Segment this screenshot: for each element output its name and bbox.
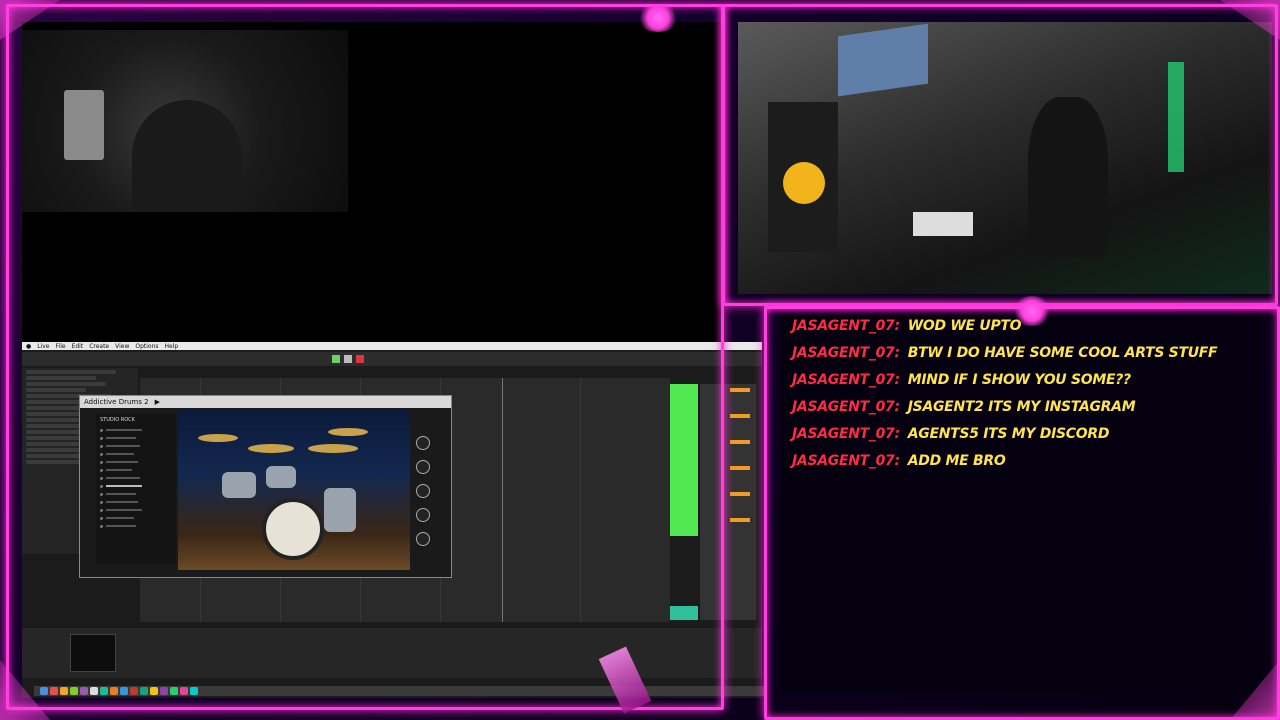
cymbal [248, 444, 294, 453]
neon-orb-decoration [1012, 296, 1052, 326]
dock-app-icon[interactable] [140, 687, 148, 695]
kit-piece-item[interactable] [96, 522, 176, 530]
dock-app-icon[interactable] [70, 687, 78, 695]
chat-text: BTW I DO HAVE SOME COOL ARTS STUFF [907, 344, 1218, 361]
chat-message: JASAGENT_07: JSAGENT2 ITS MY INSTAGRAM [792, 393, 1260, 420]
dock-app-icon[interactable] [80, 687, 88, 695]
cymbal [308, 444, 358, 453]
dock-app-icon[interactable] [120, 687, 128, 695]
kit-piece-item[interactable] [96, 450, 176, 458]
menu-edit[interactable]: Edit [72, 343, 84, 350]
dock-app-icon[interactable] [170, 687, 178, 695]
menu-apple-icon[interactable]: ● [26, 343, 31, 350]
dock-app-icon[interactable] [50, 687, 58, 695]
computer-monitor [838, 23, 928, 97]
chat-panel: JASAGENT_07: WOD WE UPTO JASAGENT_07: BT… [780, 312, 1260, 692]
dock-app-icon[interactable] [60, 687, 68, 695]
kit-piece-item[interactable] [96, 434, 176, 442]
mac-menubar: ● Live File Edit Create View Options Hel… [22, 342, 762, 350]
menu-options[interactable]: Options [135, 343, 158, 350]
chat-message: JASAGENT_07: MIND IF I SHOW YOU SOME?? [792, 366, 1260, 393]
detail-view[interactable] [22, 628, 762, 678]
chat-message: JASAGENT_07: ADD ME BRO [792, 447, 1260, 474]
dock-app-icon[interactable] [190, 687, 198, 695]
knob[interactable] [416, 532, 430, 546]
kit-piece-item[interactable] [96, 490, 176, 498]
kit-name: STUDIO ROCK [100, 417, 135, 423]
kit-piece-item[interactable] [96, 506, 176, 514]
chat-text: ADD ME BRO [907, 452, 1006, 469]
chat-username: JASAGENT_07: [792, 344, 900, 361]
clip-bottom[interactable] [670, 606, 698, 620]
tom-drum [222, 472, 256, 498]
kit-piece-item[interactable] [96, 498, 176, 506]
webcam-left [22, 30, 348, 212]
tom-drum [266, 466, 296, 488]
knob-column[interactable] [416, 436, 436, 566]
kick-drum [262, 498, 324, 560]
drum-kit-stage[interactable] [178, 410, 410, 570]
kit-piece-item[interactable] [96, 514, 176, 522]
plugin-title: Addictive Drums 2 [84, 398, 149, 406]
chat-text: MIND IF I SHOW YOU SOME?? [907, 371, 1131, 388]
dock-app-icon[interactable] [40, 687, 48, 695]
dock-app-icon[interactable] [90, 687, 98, 695]
menu-view[interactable]: View [115, 343, 129, 350]
dock-app-icon[interactable] [180, 687, 188, 695]
kit-piece-list[interactable]: STUDIO ROCK [96, 414, 176, 564]
floor-tom [324, 488, 356, 532]
chat-username: JASAGENT_07: [792, 398, 900, 415]
dock-app-icon[interactable] [150, 687, 158, 695]
menu-live[interactable]: Live [37, 343, 49, 350]
cymbal [328, 428, 368, 436]
chat-username: JASAGENT_07: [792, 425, 900, 442]
chat-username: JASAGENT_07: [792, 371, 900, 388]
stop-button[interactable] [344, 355, 352, 363]
neon-orb-decoration [636, 4, 680, 32]
transport-toolbar[interactable] [22, 352, 762, 366]
kit-piece-item[interactable] [96, 426, 176, 434]
kit-piece-item[interactable] [96, 474, 176, 482]
plugin-header: Addictive Drums 2 ▶ [80, 396, 451, 408]
knob[interactable] [416, 460, 430, 474]
play-button[interactable] [332, 355, 340, 363]
kit-piece-item[interactable] [96, 442, 176, 450]
menu-create[interactable]: Create [89, 343, 109, 350]
kit-piece-item[interactable] [96, 458, 176, 466]
washing-machine [64, 90, 104, 160]
dock-app-icon[interactable] [160, 687, 168, 695]
streamer-person [1028, 97, 1108, 257]
chat-username: JASAGENT_07: [792, 452, 900, 469]
dock-app-icon[interactable] [110, 687, 118, 695]
chat-text: AGENTS5 ITS MY DISCORD [907, 425, 1110, 442]
record-button[interactable] [356, 355, 364, 363]
kit-piece-item[interactable] [96, 466, 176, 474]
chat-message: JASAGENT_07: AGENTS5 ITS MY DISCORD [792, 420, 1260, 447]
chat-text: WOD WE UPTO [907, 317, 1022, 334]
kit-piece-item[interactable] [96, 482, 176, 490]
person-silhouette [132, 100, 242, 212]
launchpad [913, 212, 973, 236]
clip-column[interactable] [670, 384, 698, 536]
chat-username: JASAGENT_07: [792, 317, 900, 334]
cymbal [198, 434, 238, 442]
macos-dock[interactable] [34, 686, 766, 696]
menu-file[interactable]: File [56, 343, 66, 350]
menu-help[interactable]: Help [165, 343, 179, 350]
dock-app-icon[interactable] [130, 687, 138, 695]
knob[interactable] [416, 508, 430, 522]
knob[interactable] [416, 436, 430, 450]
studio-monitor-speaker [768, 102, 838, 252]
chat-message: JASAGENT_07: BTW I DO HAVE SOME COOL ART… [792, 339, 1260, 366]
knob[interactable] [416, 484, 430, 498]
dock-app-icon[interactable] [100, 687, 108, 695]
clip-thumbnail[interactable] [70, 634, 116, 672]
plugin-play-icon[interactable]: ▶ [155, 398, 160, 406]
addictive-drums-plugin-window[interactable]: Addictive Drums 2 ▶ STUDIO ROCK [79, 395, 452, 578]
chat-text: JSAGENT2 ITS MY INSTAGRAM [907, 398, 1136, 415]
mixer-panel[interactable] [700, 384, 756, 620]
webcam-right [738, 22, 1272, 294]
green-led-light [1168, 62, 1184, 172]
